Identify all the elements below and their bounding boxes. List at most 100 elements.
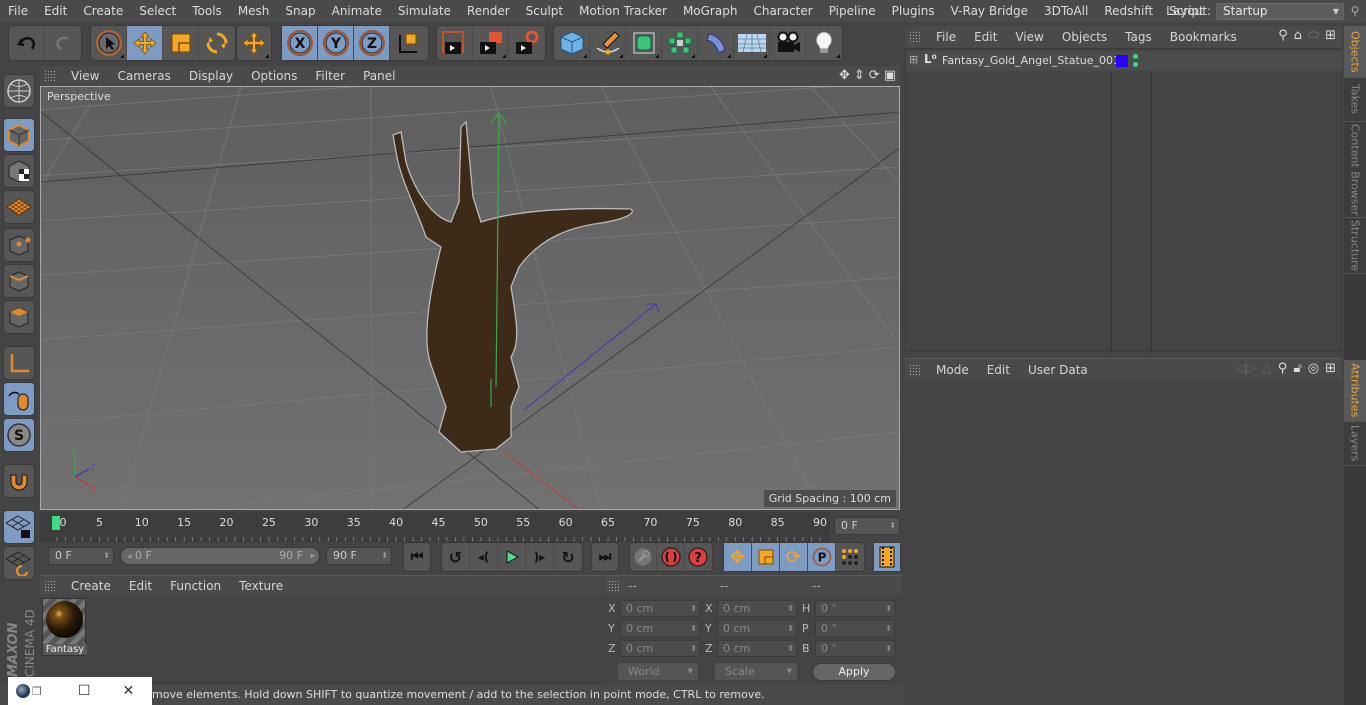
y-axis-button[interactable]: Y (318, 26, 354, 60)
viewport-menu-display[interactable]: Display (180, 69, 242, 83)
texture-mode-button[interactable] (3, 154, 35, 188)
workplane-mode-button[interactable] (3, 190, 35, 224)
prev-keyframe-button[interactable]: ↺ (442, 543, 470, 571)
x-axis-button[interactable]: X (282, 26, 318, 60)
preview-range-slider[interactable]: ◂ 0 F 90 F ▸ (120, 547, 320, 565)
menu-select[interactable]: Select (131, 4, 184, 18)
current-frame-field[interactable]: 0 F ⬍ (834, 517, 900, 535)
viewport-menu-view[interactable]: View (62, 69, 108, 83)
back-forward-icon[interactable]: ◁▷ (1236, 361, 1256, 376)
pan-view-icon[interactable]: ✥ (839, 68, 850, 83)
menu-mesh[interactable]: Mesh (230, 4, 278, 18)
eye-icon[interactable]: ⬭ (1308, 28, 1319, 43)
search-icon[interactable]: ⚲ (1278, 28, 1288, 43)
close-icon[interactable]: ✕ (122, 683, 134, 699)
lock-icon[interactable]: 🔓︎ (1293, 361, 1301, 376)
model-mode-button[interactable] (3, 118, 35, 152)
menu-create[interactable]: Create (75, 4, 131, 18)
search-icon[interactable]: ⚲ (1278, 361, 1288, 376)
tab-attributes[interactable]: Attributes (1344, 360, 1366, 422)
menu-render[interactable]: Render (459, 4, 518, 18)
autokey-button[interactable] (657, 543, 685, 571)
prev-frame-button[interactable]: ◂( (470, 543, 498, 571)
subdivision-surface-button[interactable] (626, 26, 662, 60)
tweak-mode-button[interactable] (3, 382, 35, 416)
transform-mode-dropdown[interactable]: Scale ▼ (715, 663, 797, 680)
scale-tool-button[interactable] (163, 26, 199, 60)
move-tool-button[interactable] (127, 26, 163, 60)
panel-grip-icon[interactable] (909, 31, 921, 43)
range-left-arrow-icon[interactable]: ◂ (127, 552, 132, 562)
viewport-menu-filter[interactable]: Filter (306, 69, 354, 83)
editor-visibility-dot[interactable] (1133, 54, 1138, 59)
polygons-mode-button[interactable] (3, 300, 35, 334)
menu-edit[interactable]: Edit (36, 4, 75, 18)
play-button[interactable] (498, 543, 526, 571)
tab-structure[interactable]: Structure (1344, 218, 1366, 274)
panel-grip-icon[interactable] (608, 579, 620, 592)
pen-button[interactable] (590, 26, 626, 60)
key-pla-button[interactable] (836, 543, 864, 571)
menu-pipeline[interactable]: Pipeline (821, 4, 884, 18)
bend-deformer-button[interactable] (698, 26, 734, 60)
menu-motion-tracker[interactable]: Motion Tracker (571, 4, 675, 18)
rotate-tool-button[interactable] (199, 26, 235, 60)
up-icon[interactable]: △ (1262, 361, 1272, 376)
apply-button[interactable]: Apply (812, 663, 896, 681)
record-key-button[interactable] (630, 543, 658, 571)
menu-3dtoall[interactable]: 3DToAll (1036, 4, 1096, 18)
search-icon[interactable]: ⚲ (1344, 4, 1366, 18)
timeline-window-button[interactable] (874, 543, 900, 571)
size-y-field[interactable]: 0 cm ⬍ (717, 620, 797, 637)
undo-button[interactable] (9, 26, 45, 60)
min-time-field[interactable]: 0 F ⬍ (48, 547, 114, 565)
camera-label[interactable]: Perspective (43, 89, 115, 104)
light-button[interactable] (806, 26, 842, 60)
layer-color-swatch[interactable] (1116, 55, 1128, 67)
orbit-view-icon[interactable]: ⟳ (869, 68, 880, 83)
menu-file[interactable]: File (0, 4, 36, 18)
panel-grip-icon[interactable] (44, 70, 56, 82)
material-menu-edit[interactable]: Edit (120, 579, 161, 593)
rot-h-field[interactable]: 0 ° ⬍ (815, 600, 895, 617)
object-name[interactable]: Fantasy_Gold_Angel_Statue_001 (942, 54, 1120, 67)
timeline-ruler[interactable]: 0 5 10 15 20 25 30 35 40 45 50 55 60 65 70 75 80 85 90 (40, 512, 830, 542)
layout-dropdown[interactable]: Startup ▼ (1216, 2, 1344, 20)
redo-button[interactable] (45, 26, 81, 60)
new-panel-icon[interactable]: ⊞ (1325, 28, 1336, 43)
live-selection-button[interactable] (91, 26, 127, 60)
attribute-menu-mode[interactable]: Mode (927, 363, 978, 377)
keyframe-selection-button[interactable]: ? (685, 543, 712, 571)
menu-sculpt[interactable]: Sculpt (518, 4, 571, 18)
floor-button[interactable] (734, 26, 770, 60)
tab-objects[interactable]: Objects (1344, 26, 1366, 78)
panel-grip-icon[interactable] (909, 363, 921, 376)
coordinate-system-button[interactable] (390, 26, 426, 60)
render-view-button[interactable] (437, 26, 473, 60)
make-editable-button[interactable] (3, 74, 35, 108)
solo-button[interactable]: S (3, 418, 35, 452)
pos-y-field[interactable]: 0 cm ⬍ (620, 620, 700, 637)
object-menu-file[interactable]: File (927, 30, 965, 44)
key-scale-button[interactable] (752, 543, 780, 571)
viewport-menu-options[interactable]: Options (242, 69, 306, 83)
next-keyframe-button[interactable]: ↻ (554, 543, 582, 571)
cube-button[interactable] (554, 26, 590, 60)
target-icon[interactable]: ◎ (1308, 361, 1319, 376)
recent-tool-button[interactable] (237, 26, 271, 60)
expand-icon[interactable]: ⊞ (909, 53, 918, 66)
render-picture-viewer-button[interactable] (473, 26, 509, 60)
coordinate-space-dropdown[interactable]: World ▼ (618, 663, 698, 680)
axis-mode-button[interactable] (3, 346, 35, 380)
goto-start-button[interactable]: ⏮ (404, 543, 430, 571)
object-menu-edit[interactable]: Edit (965, 30, 1006, 44)
object-menu-view[interactable]: View (1006, 30, 1052, 44)
restore-icon[interactable]: ❐ (32, 685, 42, 698)
menu-plugins[interactable]: Plugins (884, 4, 943, 18)
panel-grip-icon[interactable] (44, 579, 56, 592)
rot-b-field[interactable]: 0 ° ⬍ (815, 640, 895, 657)
menu-redshift[interactable]: Redshift (1096, 4, 1161, 18)
next-frame-button[interactable]: )▸ (526, 543, 554, 571)
range-right-arrow-icon[interactable]: ▸ (310, 548, 315, 564)
render-settings-button[interactable] (509, 26, 545, 60)
